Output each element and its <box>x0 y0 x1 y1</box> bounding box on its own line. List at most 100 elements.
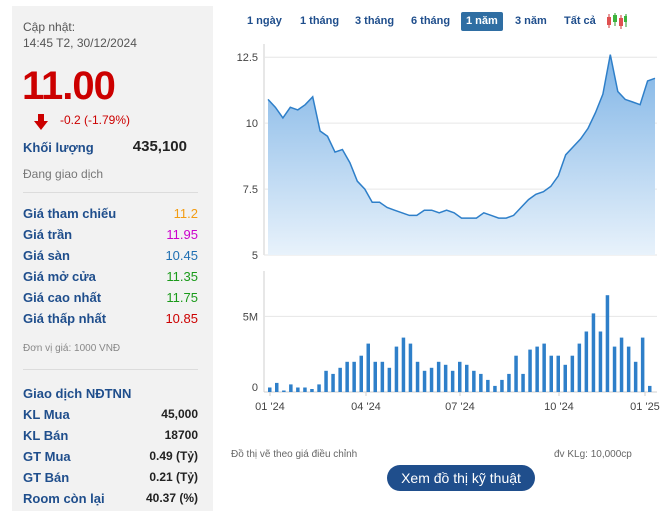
price-row-label: Giá sàn <box>23 248 70 263</box>
volume-bar <box>366 343 370 392</box>
price-unit-note: Đơn vị giá: 1000 VNĐ <box>23 343 121 354</box>
foreign-row-label: GT Bán <box>23 470 70 485</box>
price-volume-chart: 12.5 10 7.5 5 5M 0 01 '24 04 '24 07 '24 10 '24 01 … <box>237 44 660 413</box>
volume-y-tick: 0 <box>252 382 258 394</box>
volume-bar <box>605 295 610 392</box>
volume-bar <box>598 331 603 392</box>
volume-bar <box>303 387 307 392</box>
volume-bar <box>324 370 328 392</box>
trading-status: Đang giao dịch <box>23 167 104 181</box>
price-row-label: Giá cao nhất <box>23 290 102 305</box>
volume-bar <box>268 387 272 392</box>
price-row-ceiling: Giá trần 11.95 <box>23 227 198 247</box>
price-row-value: 11.35 <box>166 269 198 284</box>
x-axis-tick: 07 '24 <box>445 401 475 413</box>
price-y-tick: 12.5 <box>237 52 258 64</box>
price-row-value: 10.45 <box>165 248 198 263</box>
volume-bar <box>408 343 413 392</box>
volume-bar <box>296 387 300 392</box>
foreign-row: KL Bán 18700 <box>23 428 198 448</box>
volume-bar <box>612 346 617 392</box>
tab-3-years[interactable]: 3 năm <box>510 12 552 31</box>
divider <box>23 192 198 193</box>
x-axis-tick: 01 '24 <box>255 401 285 413</box>
volume-bar <box>380 361 385 393</box>
volume-bar <box>619 337 624 392</box>
foreign-title-label: Giao dịch NĐTNN <box>23 386 132 401</box>
foreign-row: KL Mua 45,000 <box>23 407 198 427</box>
price-area <box>268 54 655 255</box>
volume-bar <box>345 361 349 393</box>
price-row-label: Giá mở cửa <box>23 269 96 284</box>
foreign-row-value: 18700 <box>164 428 198 442</box>
tab-1-month[interactable]: 1 tháng <box>295 12 344 31</box>
tab-1-year[interactable]: 1 năm <box>461 12 503 31</box>
volume-bar <box>507 373 511 392</box>
tab-all[interactable]: Tất cả <box>559 12 601 31</box>
volume-bar <box>648 385 652 392</box>
volume-bar <box>570 355 575 392</box>
tab-6-months[interactable]: 6 tháng <box>406 12 455 31</box>
volume-bar <box>310 389 314 392</box>
volume-bar <box>373 361 377 393</box>
x-axis-tick: 01 '25 <box>630 401 660 413</box>
volume-bar <box>458 361 462 393</box>
price-row-low: Giá thấp nhất 10.85 <box>23 311 198 331</box>
price-row-value: 11.75 <box>166 290 198 305</box>
volume-bar <box>401 337 406 392</box>
price-row-label: Giá thấp nhất <box>23 311 107 326</box>
price-y-tick: 10 <box>246 118 258 130</box>
price-y-tick: 5 <box>252 250 258 262</box>
foreign-row: Room còn lại 40.37 (%) <box>23 491 198 511</box>
volume-bar <box>584 331 589 392</box>
update-time: 14:45 T2, 30/12/2024 <box>23 36 137 50</box>
price-y-tick: 7.5 <box>243 184 258 196</box>
foreign-title: Giao dịch NĐTNN <box>23 386 198 406</box>
volume-bar <box>591 313 596 392</box>
volume-bar <box>500 379 504 392</box>
volume-bar <box>542 343 546 392</box>
arrow-down-icon <box>34 114 48 135</box>
volume-bar <box>394 346 399 392</box>
volume-bar <box>472 370 476 392</box>
volume-bar <box>387 367 392 392</box>
price-row-high: Giá cao nhất 11.75 <box>23 290 198 310</box>
volume-bar <box>282 390 286 392</box>
volume-bar <box>528 349 532 392</box>
price-row-value: 11.95 <box>166 227 198 242</box>
volume-bar <box>486 379 490 392</box>
foreign-row-value: 0.21 (Tỷ) <box>149 470 198 484</box>
volume-unit-note: đv KLg: 10,000cp <box>554 449 632 460</box>
x-axis-tick: 10 '24 <box>544 401 574 413</box>
volume-bar <box>289 384 293 392</box>
price-row-reference: Giá tham chiếu 11.2 <box>23 206 198 226</box>
divider <box>23 369 198 370</box>
volume-bar <box>352 361 356 393</box>
tab-1-day[interactable]: 1 ngày <box>242 12 287 31</box>
volume-bar <box>415 361 420 393</box>
volume-bar <box>429 367 434 392</box>
foreign-row-label: GT Mua <box>23 449 71 464</box>
technical-chart-button[interactable]: Xem đồ thị kỹ thuật <box>387 465 535 491</box>
foreign-row: GT Mua 0.49 (Tỷ) <box>23 449 198 469</box>
candlestick-icon[interactable] <box>606 12 628 35</box>
volume-bar <box>275 382 279 392</box>
volume-bar <box>338 367 342 392</box>
tab-3-months[interactable]: 3 tháng <box>350 12 399 31</box>
foreign-row-label: Room còn lại <box>23 491 105 506</box>
volume-bar <box>521 373 525 392</box>
volume-bar <box>577 343 582 392</box>
volume-bar <box>422 370 427 392</box>
foreign-row-value: 40.37 (%) <box>145 491 198 505</box>
foreign-row: GT Bán 0.21 (Tỷ) <box>23 470 198 490</box>
volume-bar <box>317 384 321 392</box>
volume-bar <box>443 364 448 392</box>
update-label: Cập nhật: <box>23 20 76 34</box>
volume-bar <box>549 355 553 392</box>
volume-bar <box>535 346 539 392</box>
volume-bar <box>465 364 469 392</box>
volume-bar <box>626 346 631 392</box>
price-row-floor: Giá sàn 10.45 <box>23 248 198 268</box>
volume-y-tick: 5M <box>243 311 258 323</box>
volume-bar <box>436 361 441 393</box>
